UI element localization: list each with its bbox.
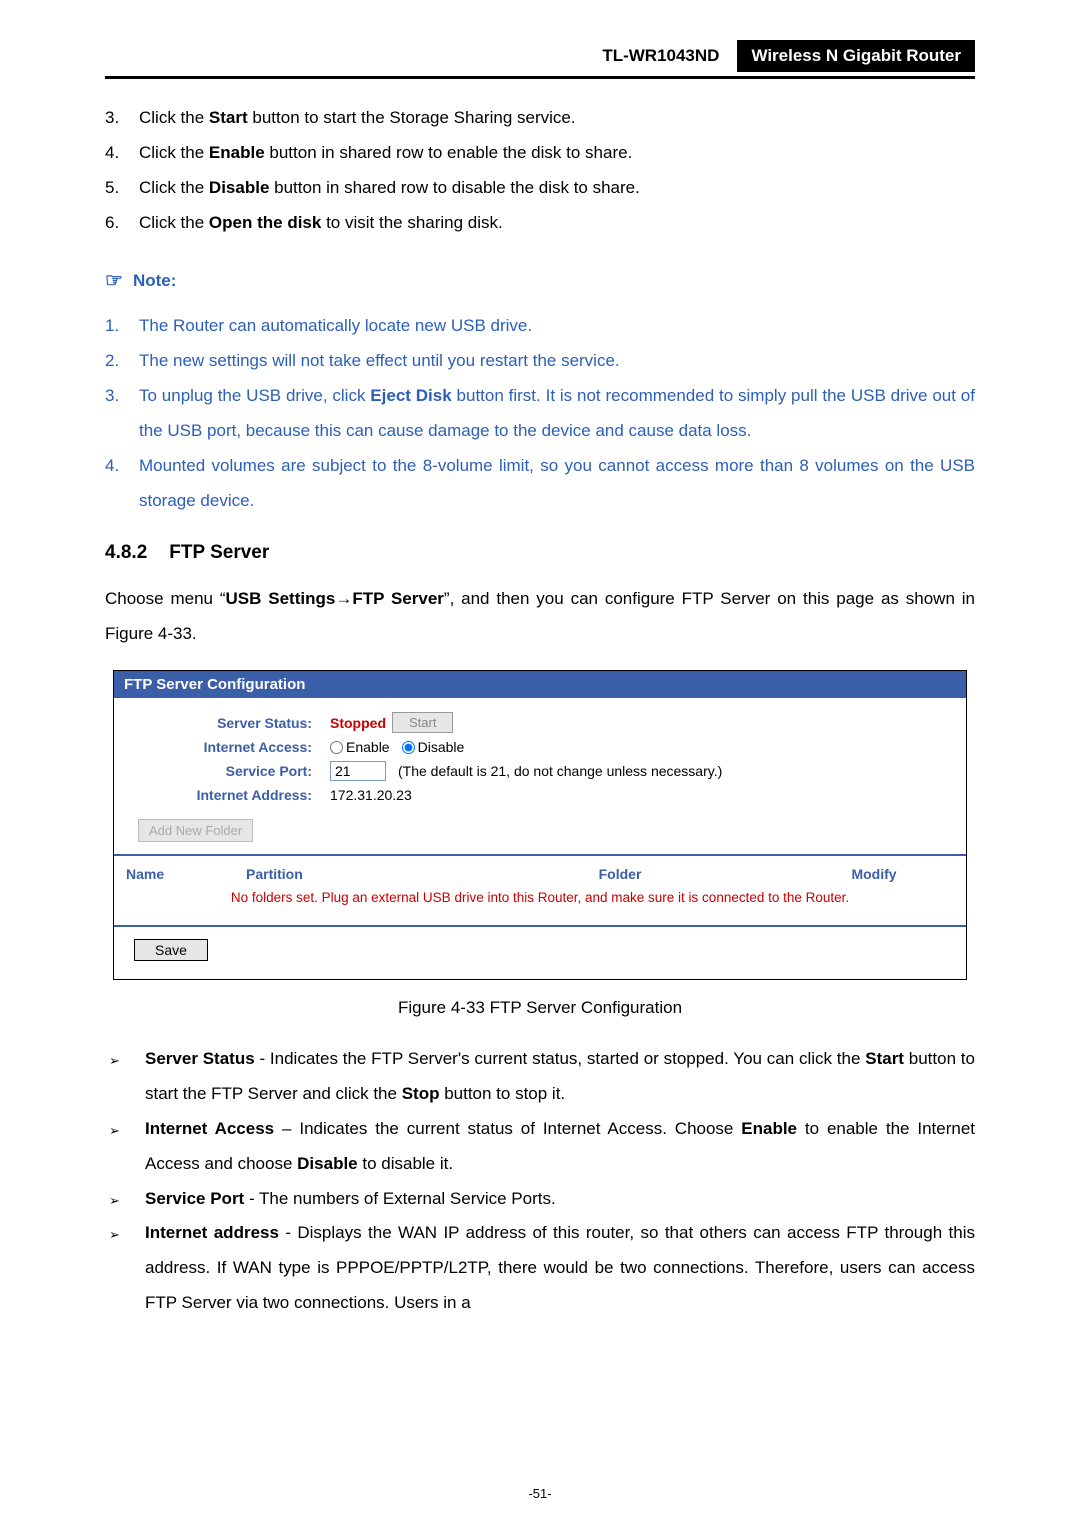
service-port-label: Service Port: [120, 763, 330, 779]
start-button[interactable]: Start [392, 712, 453, 733]
col-folder: Folder [446, 866, 794, 882]
step-number: 5. [105, 171, 139, 206]
note-number: 4. [105, 449, 139, 519]
step-list: 3. Click the Start button to start the S… [105, 101, 975, 240]
bullet-icon: ➢ [105, 1182, 145, 1217]
note-item: 1. The Router can automatically locate n… [105, 309, 975, 344]
server-status-label: Server Status: [120, 715, 330, 731]
internet-address-value: 172.31.20.23 [330, 787, 412, 803]
save-button[interactable]: Save [134, 939, 208, 961]
internet-address-row: Internet Address: 172.31.20.23 [120, 787, 960, 803]
page-header: TL-WR1043ND Wireless N Gigabit Router [105, 40, 975, 72]
disable-radio[interactable]: Disable [402, 739, 465, 755]
definition-item: ➢ Service Port - The numbers of External… [105, 1182, 975, 1217]
service-port-hint: (The default is 21, do not change unless… [398, 763, 722, 779]
model-label: TL-WR1043ND [602, 40, 731, 72]
definition-item: ➢ Internet address - Displays the WAN IP… [105, 1216, 975, 1321]
definition-text: Internet Access – Indicates the current … [145, 1112, 975, 1182]
note-number: 2. [105, 344, 139, 379]
step-text: Click the Open the disk to visit the sha… [139, 206, 975, 241]
note-label: Note: [133, 271, 176, 291]
definition-text: Service Port - The numbers of External S… [145, 1182, 975, 1217]
section-number: 4.8.2 [105, 542, 147, 563]
definition-text: Internet address - Displays the WAN IP a… [145, 1216, 975, 1321]
note-list: 1. The Router can automatically locate n… [105, 309, 975, 518]
note-number: 1. [105, 309, 139, 344]
step-number: 3. [105, 101, 139, 136]
col-name: Name [126, 866, 246, 882]
step-item: 5. Click the Disable button in shared ro… [105, 171, 975, 206]
internet-access-label: Internet Access: [120, 739, 330, 755]
bullet-icon: ➢ [105, 1112, 145, 1182]
bullet-icon: ➢ [105, 1042, 145, 1112]
note-item: 2. The new settings will not take effect… [105, 344, 975, 379]
intro-paragraph: Choose menu “USB Settings→FTP Server”, a… [105, 582, 975, 652]
note-text: The new settings will not take effect un… [139, 344, 975, 379]
page-number: -51- [0, 1486, 1080, 1501]
panel-title: FTP Server Configuration [114, 671, 966, 698]
step-text: Click the Enable button in shared row to… [139, 136, 975, 171]
col-modify: Modify [794, 866, 954, 882]
step-text: Click the Disable button in shared row t… [139, 171, 975, 206]
step-number: 4. [105, 136, 139, 171]
ftp-config-screenshot: FTP Server Configuration Server Status: … [113, 670, 967, 980]
note-text: The Router can automatically locate new … [139, 309, 975, 344]
note-item: 4. Mounted volumes are subject to the 8-… [105, 449, 975, 519]
definition-item: ➢ Server Status - Indicates the FTP Serv… [105, 1042, 975, 1112]
header-rule [105, 76, 975, 79]
step-item: 6. Click the Open the disk to visit the … [105, 206, 975, 241]
bullet-icon: ➢ [105, 1216, 145, 1321]
definition-text: Server Status - Indicates the FTP Server… [145, 1042, 975, 1112]
service-port-row: Service Port: (The default is 21, do not… [120, 761, 960, 781]
enable-radio[interactable]: Enable [330, 739, 390, 755]
pointing-hand-icon: ☞ [105, 268, 123, 293]
step-item: 4. Click the Enable button in shared row… [105, 136, 975, 171]
server-status-row: Server Status: Stopped Start [120, 712, 960, 733]
definition-item: ➢ Internet Access – Indicates the curren… [105, 1112, 975, 1182]
product-title: Wireless N Gigabit Router [737, 40, 975, 72]
no-folders-message: No folders set. Plug an external USB dri… [114, 886, 966, 925]
note-number: 3. [105, 379, 139, 449]
figure-caption: Figure 4-33 FTP Server Configuration [105, 998, 975, 1018]
internet-access-row: Internet Access: Enable Disable [120, 739, 960, 755]
add-new-folder-button[interactable]: Add New Folder [138, 819, 253, 842]
service-port-input[interactable] [330, 761, 386, 781]
note-text: To unplug the USB drive, click Eject Dis… [139, 379, 975, 449]
server-status-value: Stopped [330, 715, 386, 731]
section-title: FTP Server [169, 542, 269, 563]
step-text: Click the Start button to start the Stor… [139, 101, 975, 136]
note-heading: ☞ Note: [105, 268, 975, 293]
col-partition: Partition [246, 866, 446, 882]
step-item: 3. Click the Start button to start the S… [105, 101, 975, 136]
step-number: 6. [105, 206, 139, 241]
note-item: 3. To unplug the USB drive, click Eject … [105, 379, 975, 449]
internet-address-label: Internet Address: [120, 787, 330, 803]
section-heading: 4.8.2 FTP Server [105, 542, 975, 564]
folder-table-header: Name Partition Folder Modify [114, 856, 966, 886]
definition-list: ➢ Server Status - Indicates the FTP Serv… [105, 1042, 975, 1321]
note-text: Mounted volumes are subject to the 8-vol… [139, 449, 975, 519]
